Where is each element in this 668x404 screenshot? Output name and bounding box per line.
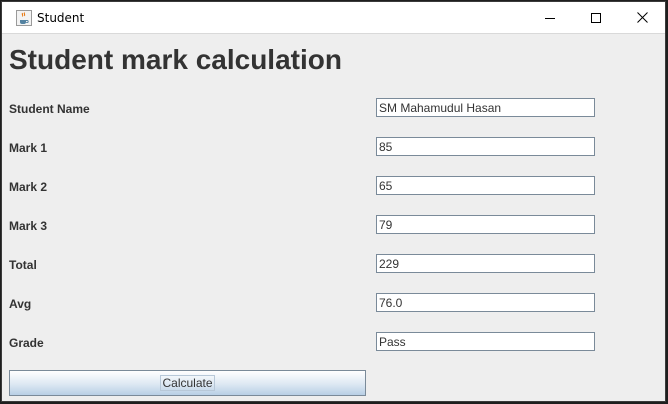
calculate-button[interactable]: Calculate [9, 370, 366, 396]
student-name-field[interactable] [376, 98, 595, 117]
app-window: Student Student mark calculation Student… [1, 1, 666, 402]
calculate-button-label: Calculate [160, 375, 215, 391]
grade-field[interactable] [376, 332, 595, 351]
grade-label: Grade [9, 336, 44, 350]
avg-field[interactable] [376, 293, 595, 312]
title-bar[interactable]: Student [2, 2, 665, 34]
close-button[interactable] [619, 2, 665, 33]
close-icon [636, 12, 648, 23]
window-title: Student [37, 11, 85, 25]
avg-label: Avg [9, 297, 32, 311]
mark1-field[interactable] [376, 137, 595, 156]
student-name-label: Student Name [9, 102, 90, 116]
form-panel: Student mark calculation Student Name Ma… [2, 34, 665, 403]
maximize-icon [591, 12, 601, 23]
total-label: Total [9, 258, 37, 272]
java-coffee-cup-icon [16, 10, 32, 26]
mark3-field[interactable] [376, 215, 595, 234]
page-title: Student mark calculation [9, 44, 342, 75]
minimize-icon [545, 13, 555, 23]
mark1-label: Mark 1 [9, 141, 48, 155]
maximize-button[interactable] [573, 2, 619, 33]
mark2-field[interactable] [376, 176, 595, 195]
mark3-label: Mark 3 [9, 219, 48, 233]
total-field[interactable] [376, 254, 595, 273]
mark2-label: Mark 2 [9, 180, 48, 194]
minimize-button[interactable] [527, 2, 573, 33]
